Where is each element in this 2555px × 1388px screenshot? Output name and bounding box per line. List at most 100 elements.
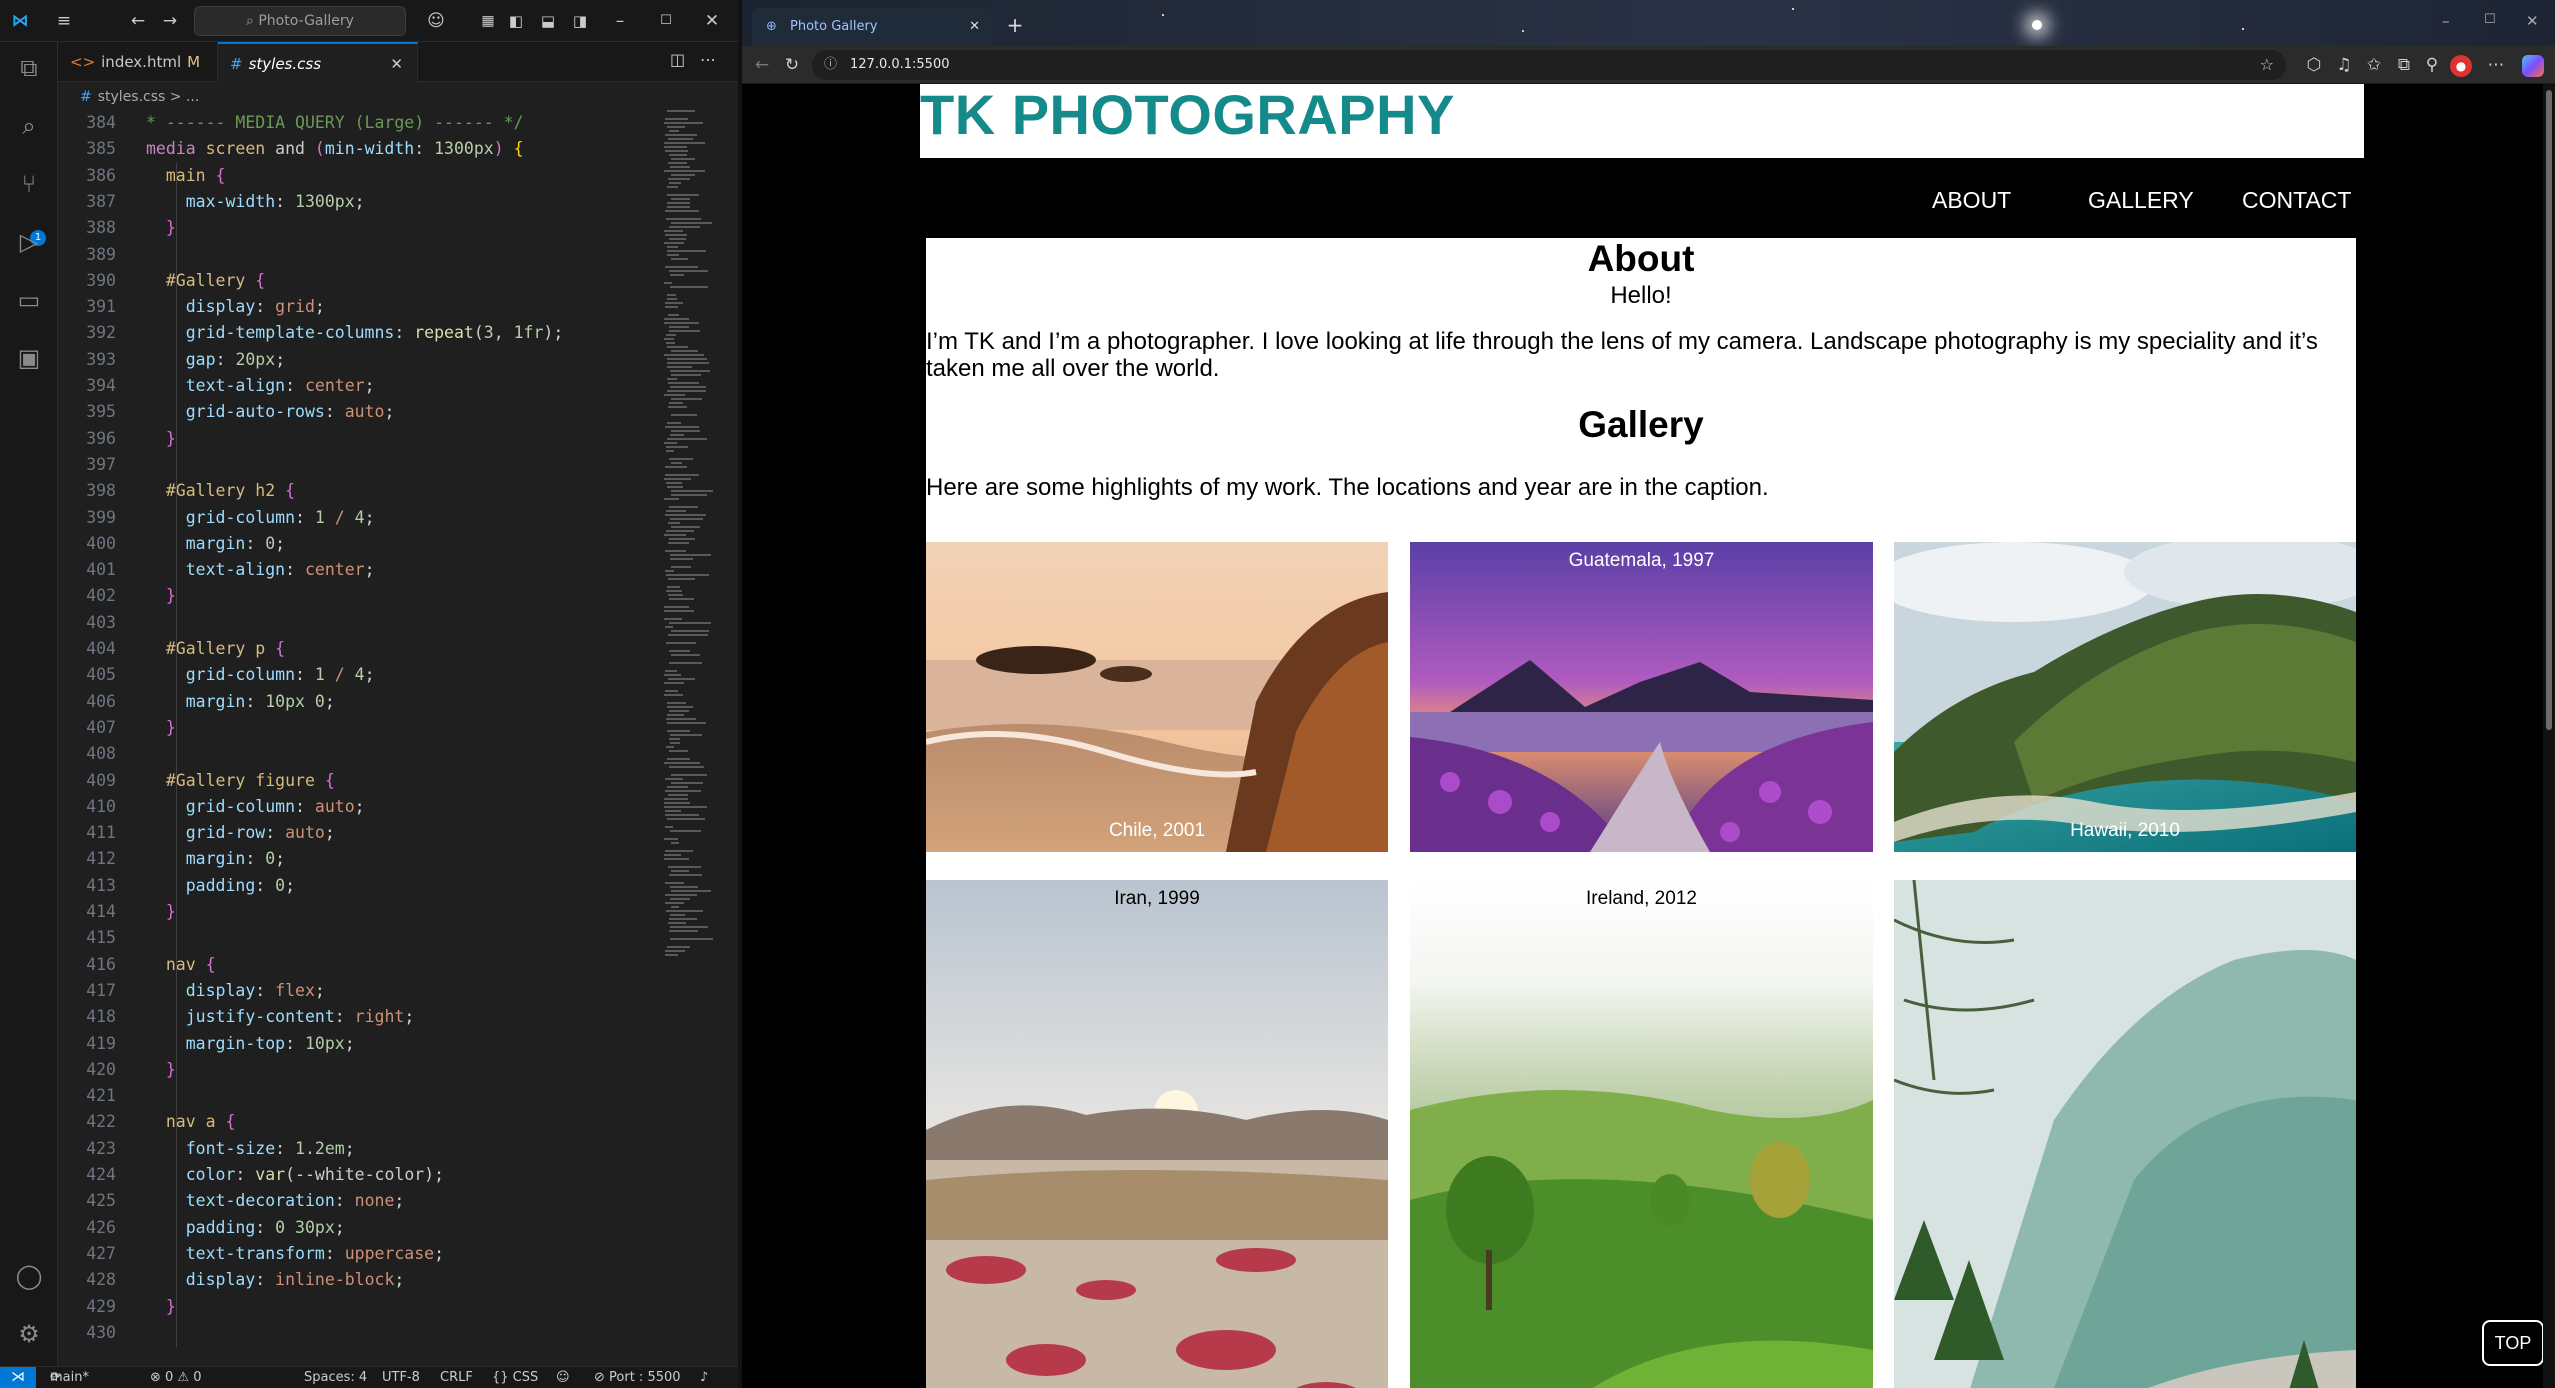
reload-icon[interactable]: ↻ <box>780 53 804 77</box>
code-line[interactable]: max-width: 1300px; <box>146 189 365 215</box>
close-tab-icon[interactable]: ✕ <box>390 44 403 84</box>
code-line[interactable]: text-decoration: none; <box>146 1188 405 1214</box>
address-bar[interactable]: ⓘ 127.0.0.1:5500 ☆ <box>812 50 2286 80</box>
site-info-icon[interactable]: ⓘ <box>824 50 837 80</box>
code-line[interactable]: display: inline-block; <box>146 1267 405 1293</box>
code-line[interactable]: #Gallery { <box>146 268 265 294</box>
code-line[interactable]: margin: 10px 0; <box>146 689 335 715</box>
code-line[interactable]: margin-top: 10px; <box>146 1031 355 1057</box>
toggle-panel-icon[interactable]: ⬓ <box>536 9 560 33</box>
code-line[interactable]: grid-auto-rows: auto; <box>146 399 395 425</box>
remote-indicator-icon[interactable]: ⋊ <box>0 1367 36 1388</box>
browser-tab-photo-gallery[interactable]: ⊕ Photo Gallery ✕ <box>752 8 992 46</box>
tab-index-html[interactable]: <> index.html M <box>58 42 218 82</box>
code-line[interactable]: } <box>146 1294 176 1320</box>
language-status[interactable]: {} CSS <box>492 1367 538 1388</box>
code-line[interactable]: margin: 0; <box>146 846 285 872</box>
account-icon[interactable]: ◯ <box>13 1260 45 1292</box>
code-line[interactable]: #Gallery h2 { <box>146 478 295 504</box>
copilot-status-icon[interactable]: ☺ <box>556 1367 570 1388</box>
code-line[interactable]: display: grid; <box>146 294 325 320</box>
notifications-bell-icon[interactable]: ♪ <box>700 1367 708 1388</box>
back-arrow-icon[interactable]: ← <box>750 53 774 77</box>
nav-link-contact[interactable]: CONTACT <box>2242 187 2351 214</box>
eol-status[interactable]: CRLF <box>440 1367 473 1388</box>
live-server-port-status[interactable]: ⊘ Port : 5500 <box>594 1367 681 1388</box>
code-line[interactable]: nav a { <box>146 1109 236 1135</box>
minimap[interactable] <box>664 110 726 970</box>
close-icon[interactable]: ✕ <box>700 9 724 33</box>
extensions-icon[interactable]: ▣ <box>13 342 45 374</box>
nav-link-about[interactable]: ABOUT <box>1932 187 2011 214</box>
source-control-icon[interactable]: ⑂ <box>13 168 45 200</box>
minimize-icon[interactable]: – <box>2442 12 2450 30</box>
code-line[interactable]: grid-row: auto; <box>146 820 335 846</box>
run-debug-icon[interactable]: ▷ <box>13 226 45 258</box>
code-line[interactable]: font-size: 1.2em; <box>146 1136 355 1162</box>
menu-icon[interactable]: ≡ <box>52 9 76 33</box>
read-aloud-icon[interactable]: ♫ <box>2332 53 2356 77</box>
code-line[interactable]: margin: 0; <box>146 531 285 557</box>
more-menu-icon[interactable]: ⋯ <box>2484 53 2508 77</box>
favorites-icon[interactable]: ✩ <box>2362 53 2386 77</box>
code-line[interactable]: media screen and (min-width: 1300px) { <box>146 136 524 162</box>
minimize-icon[interactable]: – <box>608 9 632 33</box>
nav-link-gallery[interactable]: GALLERY <box>2088 187 2194 214</box>
code-line[interactable]: nav { <box>146 952 216 978</box>
search-icon[interactable]: ⌕ <box>13 110 45 142</box>
toggle-primary-sidebar-icon[interactable]: ◧ <box>504 9 528 33</box>
code-line[interactable]: grid-column: 1 / 4; <box>146 505 375 531</box>
new-tab-icon[interactable]: + <box>1000 10 1030 40</box>
more-actions-icon[interactable]: ⋯ <box>700 50 716 69</box>
page-scrollbar[interactable] <box>2543 84 2555 1388</box>
code-line[interactable]: #Gallery figure { <box>146 768 335 794</box>
code-editor[interactable]: 384 * ------ MEDIA QUERY (Large) ------ *… <box>58 110 658 1360</box>
copilot-icon[interactable]: ☺ <box>424 9 448 33</box>
code-line[interactable]: } <box>146 215 176 241</box>
indentation-status[interactable]: Spaces: 4 <box>304 1367 367 1388</box>
code-line[interactable]: display: flex; <box>146 978 325 1004</box>
back-arrow-icon[interactable]: ← <box>126 9 150 33</box>
split-editor-icon[interactable]: ◫ <box>670 50 685 69</box>
manage-gear-icon[interactable]: ⚙ <box>13 1318 45 1350</box>
close-tab-icon[interactable]: ✕ <box>969 8 980 46</box>
code-line[interactable]: } <box>146 899 176 925</box>
copilot-icon[interactable] <box>2522 55 2544 77</box>
browser-extensions-icon[interactable]: ⚲ <box>2420 53 2444 77</box>
code-line[interactable]: } <box>146 715 176 741</box>
code-line[interactable]: gap: 20px; <box>146 347 285 373</box>
problems-status[interactable]: ⊗ 0 ⚠ 0 <box>150 1367 202 1388</box>
maximize-icon[interactable]: ☐ <box>654 9 678 33</box>
code-line[interactable]: main { <box>146 163 226 189</box>
code-line[interactable]: grid-template-columns: repeat(3, 1fr); <box>146 320 564 346</box>
code-line[interactable]: } <box>146 426 176 452</box>
code-line[interactable]: padding: 0; <box>146 873 295 899</box>
tab-styles-css[interactable]: # styles.css ✕ <box>218 42 418 82</box>
encoding-status[interactable]: UTF-8 <box>382 1367 420 1388</box>
code-line[interactable]: text-transform: uppercase; <box>146 1241 444 1267</box>
explorer-icon[interactable]: ⧉ <box>13 52 45 84</box>
scrollbar-thumb[interactable] <box>2546 90 2552 730</box>
forward-arrow-icon[interactable]: → <box>158 9 182 33</box>
back-to-top-button[interactable]: TOP <box>2482 1320 2543 1366</box>
collections-icon[interactable]: ⧉ <box>2392 53 2416 77</box>
code-line[interactable]: #Gallery p { <box>146 636 285 662</box>
command-center-search[interactable]: ⌕ Photo-Gallery <box>194 6 406 36</box>
breadcrumb[interactable]: # styles.css > ... <box>58 84 199 110</box>
code-line[interactable]: text-align: center; <box>146 373 375 399</box>
code-line[interactable]: text-align: center; <box>146 557 375 583</box>
layout-customize-icon[interactable]: ▦ <box>476 9 500 33</box>
remote-explorer-icon[interactable]: ▭ <box>13 284 45 316</box>
code-line[interactable]: } <box>146 1057 176 1083</box>
profile-avatar[interactable]: ● <box>2450 55 2472 77</box>
code-line[interactable]: color: var(--white-color); <box>146 1162 444 1188</box>
extension-icon[interactable]: ⬡ <box>2302 53 2326 77</box>
favorite-star-icon[interactable]: ☆ <box>2260 50 2274 80</box>
maximize-icon[interactable]: ☐ <box>2484 12 2496 27</box>
code-line[interactable]: } <box>146 583 176 609</box>
code-line[interactable]: justify-content: right; <box>146 1004 415 1030</box>
toggle-secondary-sidebar-icon[interactable]: ◨ <box>568 9 592 33</box>
code-line[interactable]: grid-column: auto; <box>146 794 365 820</box>
code-line[interactable]: * ------ MEDIA QUERY (Large) ------ */ <box>146 110 524 136</box>
close-icon[interactable]: ✕ <box>2526 12 2539 30</box>
